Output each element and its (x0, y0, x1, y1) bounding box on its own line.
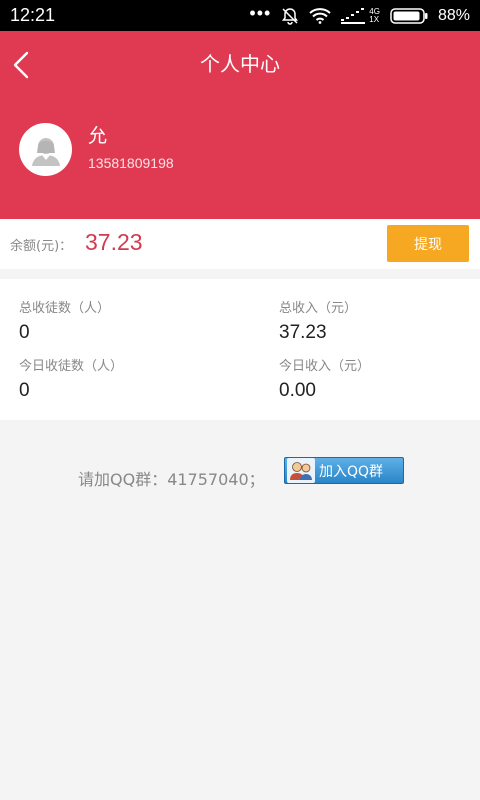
qq-group-row: 请加QQ群：41757040； 加入QQ群 (0, 456, 480, 489)
user-name: 允 (88, 125, 108, 147)
status-time: 12:21 (10, 5, 56, 25)
stat-value: 0 (19, 322, 30, 343)
stat-today-apprentices: 今日收徒数（人） 0 (19, 355, 123, 402)
stat-total-apprentices: 总收徒数（人） 0 (19, 297, 110, 344)
withdraw-button[interactable]: 提现 (387, 225, 469, 262)
stat-value: 0 (19, 380, 30, 401)
avatar[interactable] (19, 123, 72, 176)
stats-panel: 总收徒数（人） 0 总收入（元） 37.23 今日收徒数（人） 0 今日收入（元… (0, 279, 480, 420)
status-icons: ••• 4G 1X 88% (249, 2, 470, 25)
more-dots-icon: ••• (249, 2, 272, 23)
balance-row: 余额(元)： 37.23 提现 (0, 219, 480, 269)
join-qq-group-label: 加入QQ群 (319, 463, 384, 480)
balance-label: 余额(元)： (10, 239, 73, 254)
network-type: 4G 1X (369, 6, 380, 24)
stat-total-income: 总收入（元） 37.23 (279, 297, 357, 344)
wifi-icon (309, 7, 331, 24)
stat-value: 0.00 (279, 380, 316, 401)
notifications-off-icon (282, 7, 299, 25)
default-avatar-icon (31, 137, 60, 166)
page-title: 个人中心 (200, 52, 280, 76)
join-qq-group-button[interactable]: 加入QQ群 (284, 457, 404, 484)
stat-label: 今日收徒数（人） (19, 359, 124, 374)
battery-level: 88% (437, 6, 470, 24)
status-bar: 12:21 ••• 4G 1X 88% (0, 0, 480, 31)
battery-icon (390, 7, 428, 24)
qq-group-text: 请加QQ群：41757040； (78, 470, 265, 489)
balance-value: 37.23 (85, 229, 143, 255)
user-phone: 13581809198 (88, 155, 174, 171)
profile-header: 个人中心 允 13581809198 (0, 31, 480, 219)
stat-label: 总收徒数（人） (19, 301, 111, 316)
signal-icon (341, 7, 366, 24)
qq-group-icon (287, 458, 315, 483)
stat-today-income: 今日收入（元） 0.00 (279, 355, 370, 402)
stat-label: 今日收入（元） (279, 359, 371, 374)
stat-label: 总收入（元） (279, 301, 358, 316)
stat-value: 37.23 (279, 322, 327, 343)
